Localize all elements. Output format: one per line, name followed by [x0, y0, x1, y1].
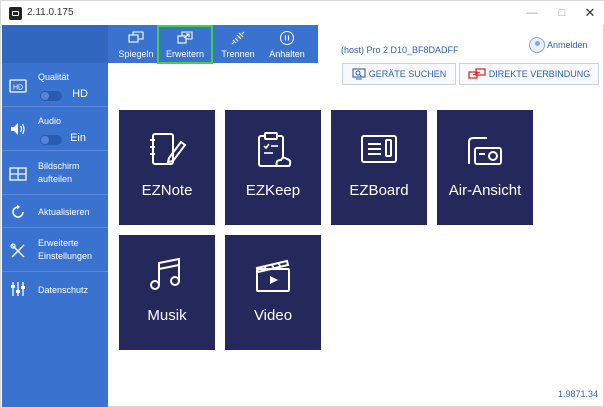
search-devices-button[interactable]: GERÄTE SUCHEN: [342, 63, 456, 85]
app-logo-icon: [9, 7, 22, 20]
extend-label: Erweitern: [165, 49, 204, 59]
minimize-button[interactable]: —: [519, 5, 545, 21]
quality-value: HD: [72, 88, 88, 100]
sidebar-item-refresh[interactable]: Aktualisieren: [2, 195, 108, 228]
tile-air-view-label: Air-Ansicht: [448, 182, 522, 199]
quality-label: Qualität: [38, 72, 70, 82]
notebook-pen-icon: [150, 133, 187, 165]
disconnect-label: Trennen: [221, 49, 255, 59]
privacy-label: Datenschutz: [38, 285, 89, 295]
close-button[interactable]: ✕: [577, 5, 603, 21]
tile-ezboard-label: EZBoard: [349, 182, 409, 199]
sidebar-item-audio[interactable]: Audio Ein: [2, 107, 108, 151]
split-label-2: aufteilen: [38, 174, 73, 184]
speaker-icon: [11, 123, 25, 135]
pause-button[interactable]: Anhalten: [262, 25, 312, 63]
hd-icon: HD: [9, 79, 27, 93]
app-window: 2.11.0.175 — □ ✕ HD Qualität HD Audio Ei…: [0, 0, 604, 407]
direct-connect-icon: [468, 68, 486, 79]
search-devices-label: GERÄTE SUCHEN: [368, 69, 447, 79]
build-version: 1.9871.34: [558, 389, 599, 399]
sidebar-item-privacy[interactable]: Datenschutz: [2, 272, 108, 310]
advanced-label-1: Erweiterte: [38, 238, 79, 248]
refresh-label: Aktualisieren: [38, 207, 90, 217]
login-button[interactable]: Anmelden: [529, 37, 588, 53]
clipboard-cloud-icon: [258, 132, 292, 167]
direct-connect-label: DIREKTE VERBINDUNG: [488, 69, 591, 79]
audio-toggle[interactable]: [40, 135, 62, 145]
mirror-button[interactable]: Spiegeln: [114, 25, 158, 63]
tile-ezboard[interactable]: EZBoard: [331, 110, 427, 225]
advanced-label-2: Einstellungen: [38, 251, 93, 261]
tile-music[interactable]: Musik: [119, 235, 215, 350]
pause-icon: [279, 30, 295, 46]
sidebar-item-advanced-settings[interactable]: Erweiterte Einstellungen: [2, 228, 108, 272]
title-bar: 2.11.0.175 — □ ✕: [1, 1, 604, 25]
top-toolbar: Spiegeln Erweitern Trennen Anhalten: [108, 25, 318, 64]
app-version: 2.11.0.175: [27, 7, 74, 18]
tile-ezkeep[interactable]: EZKeep: [225, 110, 321, 225]
pause-label: Anhalten: [269, 49, 305, 59]
user-avatar-icon: [529, 37, 545, 53]
projector-icon: [468, 137, 502, 165]
mirror-label: Spiegeln: [118, 49, 154, 59]
sliders-icon: [11, 282, 25, 296]
music-note-icon: [150, 257, 180, 290]
tile-video[interactable]: Video: [225, 235, 321, 350]
refresh-icon: [12, 204, 24, 218]
tile-air-view[interactable]: Air-Ansicht: [437, 110, 533, 225]
tile-eznote[interactable]: EZNote: [119, 110, 215, 225]
tile-ezkeep-label: EZKeep: [245, 182, 301, 199]
tools-icon: [10, 243, 25, 258]
clapperboard-icon: [255, 259, 290, 292]
maximize-button[interactable]: □: [549, 5, 575, 21]
tile-eznote-label: EZNote: [141, 182, 193, 199]
mirror-icon: [128, 31, 144, 43]
sidebar-item-quality[interactable]: HD Qualität HD: [2, 63, 108, 107]
tile-video-label: Video: [253, 307, 293, 324]
login-label: Anmelden: [547, 40, 588, 50]
disconnect-button[interactable]: Trennen: [216, 25, 260, 63]
sidebar: HD Qualität HD Audio Ein Bildschirm auft…: [2, 25, 108, 407]
sidebar-header: [2, 25, 108, 63]
direct-connect-button[interactable]: DIREKTE VERBINDUNG: [459, 63, 599, 85]
quality-toggle[interactable]: [40, 91, 62, 101]
extend-button[interactable]: Erweitern: [157, 25, 213, 64]
extend-icon: [177, 31, 193, 44]
audio-value: Ein: [70, 132, 86, 144]
audio-label: Audio: [38, 116, 62, 126]
svg-text:HD: HD: [13, 85, 23, 92]
search-screen-icon: [352, 68, 366, 80]
sidebar-item-split-screen[interactable]: Bildschirm aufteilen: [2, 151, 108, 195]
host-device-name: (host) Pro 2 D10_BF8DADFF: [341, 45, 459, 55]
split-screen-icon: [9, 167, 27, 181]
split-label-1: Bildschirm: [38, 161, 80, 171]
whiteboard-icon: [361, 135, 397, 163]
tile-music-label: Musik: [147, 307, 187, 324]
disconnect-icon: [231, 31, 245, 45]
